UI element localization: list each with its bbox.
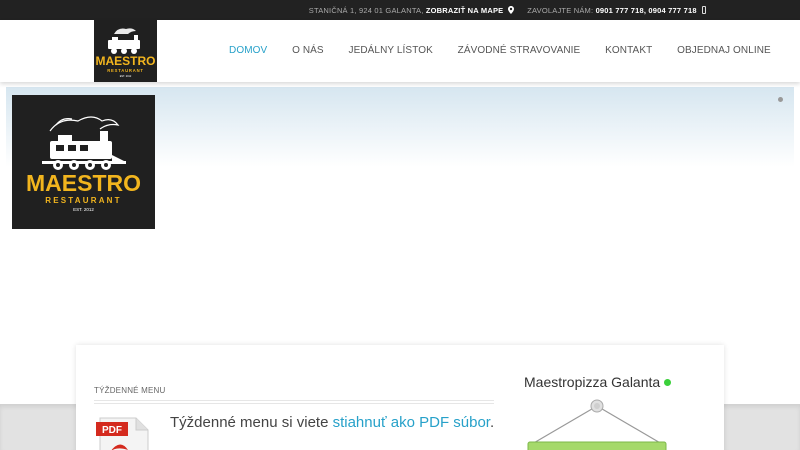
hero-logo-brand: MAESTRO xyxy=(26,170,141,196)
pdf-download-link[interactable]: stiahnuť ako PDF súbor xyxy=(333,414,490,431)
section-divider xyxy=(94,400,494,404)
pdf-file-icon[interactable]: PDF xyxy=(96,416,150,450)
nav-item-o-nas[interactable]: O NÁS xyxy=(292,45,324,56)
map-pin-icon[interactable] xyxy=(507,6,514,14)
map-link[interactable]: ZOBRAZIŤ NA MAPE xyxy=(426,6,504,15)
site-logo[interactable]: MAESTRO RESTAURANT EST. 2012 xyxy=(94,20,157,82)
logo-sub-text: RESTAURANT xyxy=(107,68,144,73)
nav-item-jedalny-listok[interactable]: JEDÁLNY LÍSTOK xyxy=(348,45,432,56)
call-label: ZAVOLAJTE NÁM: xyxy=(527,6,594,15)
hero-logo-sub: RESTAURANT xyxy=(45,196,122,205)
weekly-menu-heading: TÝŽDENNÉ MENU xyxy=(94,386,166,395)
nav-item-objednaj-online[interactable]: OBJEDNAJ ONLINE xyxy=(677,45,771,56)
pdf-badge-text: PDF xyxy=(102,425,122,436)
main-nav: DOMOV O NÁS JEDÁLNY LÍSTOK ZÁVODNÉ STRAV… xyxy=(229,45,793,56)
weekly-menu-text-prefix: Týždenné menu si viete xyxy=(170,414,329,431)
sidebar-title-text: Maestropizza Galanta xyxy=(524,374,661,390)
logo-est-text: EST. 2012 xyxy=(120,75,132,78)
nav-item-domov[interactable]: DOMOV xyxy=(229,45,267,56)
hanging-sign-icon xyxy=(527,399,667,450)
site-header: MAESTRO RESTAURANT EST. 2012 DOMOV O NÁS… xyxy=(0,20,800,82)
weekly-menu-text: Týždenné menu si viete stiahnuť ako PDF … xyxy=(170,414,494,431)
online-status-icon xyxy=(664,379,672,386)
top-info-bar: STANIČNÁ 1, 924 01 GALANTA, ZOBRAZIŤ NA … xyxy=(0,0,800,20)
sidebar-title: Maestropizza Galanta xyxy=(524,374,672,390)
nav-item-zavodne-stravovanie[interactable]: ZÁVODNÉ STRAVOVANIE xyxy=(458,45,581,56)
phone-icon xyxy=(702,6,706,14)
hero-logo-est: EST. 2012 xyxy=(73,207,94,212)
address-text: STANIČNÁ 1, 924 01 GALANTA, xyxy=(308,6,424,15)
hero-logo-graphic: MAESTRO RESTAURANT EST. 2012 xyxy=(26,116,141,212)
logo-graphic: MAESTRO RESTAURANT EST. 2012 xyxy=(96,28,156,78)
slider-dot[interactable] xyxy=(778,97,783,102)
weekly-menu-text-suffix: . xyxy=(489,414,495,431)
phone-numbers[interactable]: 0901 777 718, 0904 777 718 xyxy=(596,6,697,15)
nav-item-kontakt[interactable]: KONTAKT xyxy=(605,45,652,56)
hero-logo: MAESTRO RESTAURANT EST. 2012 xyxy=(12,95,155,229)
logo-brand-text: MAESTRO xyxy=(96,54,156,68)
